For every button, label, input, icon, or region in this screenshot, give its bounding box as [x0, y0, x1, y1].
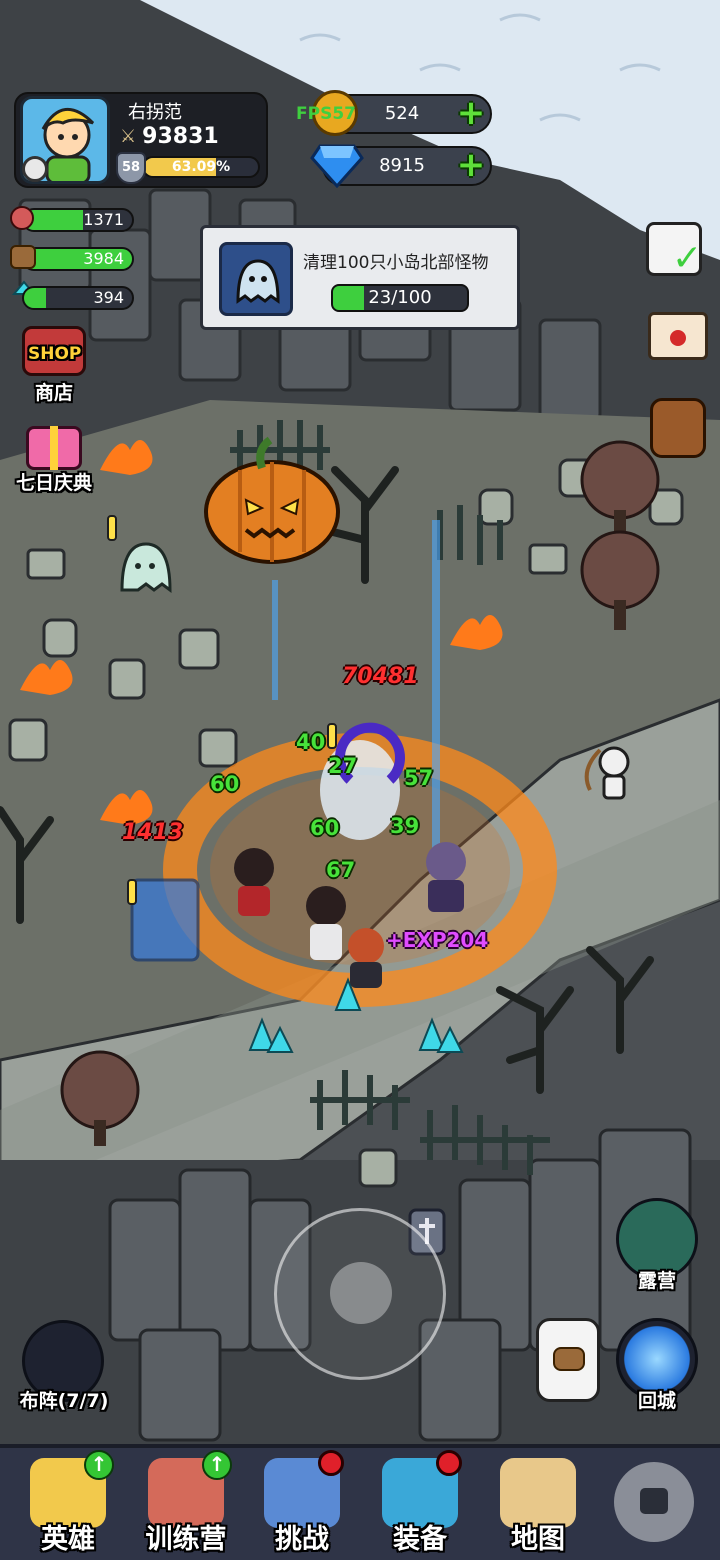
- mail-button[interactable]: [646, 308, 710, 366]
- quest-progress-bar: 23/100: [331, 284, 469, 312]
- nav-locked[interactable]: [594, 1448, 714, 1560]
- quest-tracker[interactable]: 清理100只小岛北部怪物 23/100: [200, 225, 520, 330]
- meat-icon: [10, 206, 34, 230]
- nav-equipment[interactable]: 装备: [360, 1448, 480, 1560]
- ghost-quest-icon: [219, 242, 293, 316]
- camp-button[interactable]: 露营: [612, 1198, 702, 1298]
- camp-label: 露营: [637, 1270, 676, 1292]
- meat-resource-bar: 1371: [22, 208, 134, 232]
- nav-training-camp-label: 训练营: [145, 1524, 227, 1555]
- add-diamond-button[interactable]: +: [456, 148, 486, 182]
- nav-heroes-label: 英雄: [41, 1524, 95, 1555]
- formation-button[interactable]: 布阵(7/7): [14, 1320, 114, 1416]
- heal-number: 57: [404, 766, 434, 790]
- nav-equipment-label: 装备: [393, 1524, 447, 1555]
- backpack-icon: [650, 398, 706, 458]
- diamond-value: 8915: [379, 155, 425, 176]
- heal-number: 40: [296, 730, 326, 754]
- log-icon: [553, 1347, 585, 1371]
- nav-challenge[interactable]: 挑战: [242, 1448, 362, 1560]
- wood-icon: [10, 245, 36, 269]
- player-profile-panel[interactable]: 右拐范 ⚔ 93831 63.09% 58: [14, 92, 268, 188]
- nav-training-camp[interactable]: ↑ 训练营: [126, 1448, 246, 1560]
- notification-dot: [318, 1450, 344, 1476]
- gold-value: 524: [384, 103, 420, 124]
- wood-resource-value: 3984: [83, 249, 124, 268]
- heal-number: 27: [328, 754, 358, 778]
- joystick-thumb[interactable]: [330, 1262, 392, 1324]
- mail-seal-icon: [670, 330, 686, 346]
- combat-power-value: 93831: [142, 124, 219, 149]
- nav-challenge-label: 挑战: [275, 1524, 329, 1555]
- damage-number: 1413: [122, 820, 184, 845]
- heal-number: 67: [326, 858, 356, 882]
- wood-resource-bar: 3984: [22, 247, 134, 271]
- daily-tasks-button[interactable]: ✓: [642, 216, 712, 280]
- settings-gear-icon[interactable]: [22, 156, 48, 182]
- player-name: 右拐范: [128, 102, 182, 123]
- player-level-badge: 58: [116, 152, 146, 184]
- upgrade-arrow-icon: ↑: [84, 1450, 114, 1480]
- checkmark-icon: ✓: [672, 238, 703, 279]
- combat-power: ⚔ 93831: [120, 124, 219, 149]
- notification-dot: [436, 1450, 462, 1476]
- exp-percent: 63.09%: [171, 159, 231, 175]
- upgrade-arrow-icon: ↑: [202, 1450, 232, 1480]
- crossed-swords-icon: ⚔: [120, 126, 137, 147]
- nav-map[interactable]: 地图: [478, 1448, 598, 1560]
- fps-counter: FPS57: [296, 104, 356, 124]
- return-city-button[interactable]: 回城: [612, 1318, 702, 1418]
- nav-map-label: 地图: [511, 1524, 565, 1555]
- damage-number: 70481: [342, 664, 419, 689]
- bottom-nav-bar: ↑ 英雄 ↑ 训练营 挑战 装备 地图: [0, 1444, 720, 1560]
- heal-number: 39: [390, 814, 420, 838]
- nav-heroes[interactable]: ↑ 英雄: [8, 1448, 128, 1560]
- meat-resource-value: 1371: [83, 210, 124, 229]
- heal-number: 60: [310, 816, 340, 840]
- seven-day-event-label: 七日庆典: [15, 472, 92, 494]
- crystal-resource-value: 394: [93, 288, 124, 307]
- crystal-resource-bar: 394: [22, 286, 134, 310]
- padlock-shape: [640, 1488, 668, 1514]
- return-city-label: 回城: [637, 1390, 676, 1412]
- quest-progress-text: 23/100: [368, 287, 432, 308]
- exp-gain-text: +EXP204: [386, 928, 489, 952]
- wood-pickup-button[interactable]: [536, 1318, 600, 1402]
- shop-label: 商店: [34, 382, 73, 404]
- formation-label: 布阵(7/7): [19, 1390, 109, 1412]
- backpack-button[interactable]: [646, 392, 710, 464]
- shop-badge-text: SHOP: [28, 344, 82, 364]
- heal-number: 60: [210, 772, 240, 796]
- shop-button[interactable]: SHOP 商店: [14, 322, 94, 406]
- quest-title: 清理100只小岛北部怪物: [303, 253, 489, 273]
- exp-bar: 63.09%: [142, 156, 260, 178]
- diamond-icon: [310, 144, 364, 188]
- crystal-icon: [8, 282, 36, 308]
- add-gold-button[interactable]: +: [456, 96, 486, 130]
- gift-ribbon: [50, 426, 58, 470]
- seven-day-event-button[interactable]: 七日庆典: [4, 420, 104, 500]
